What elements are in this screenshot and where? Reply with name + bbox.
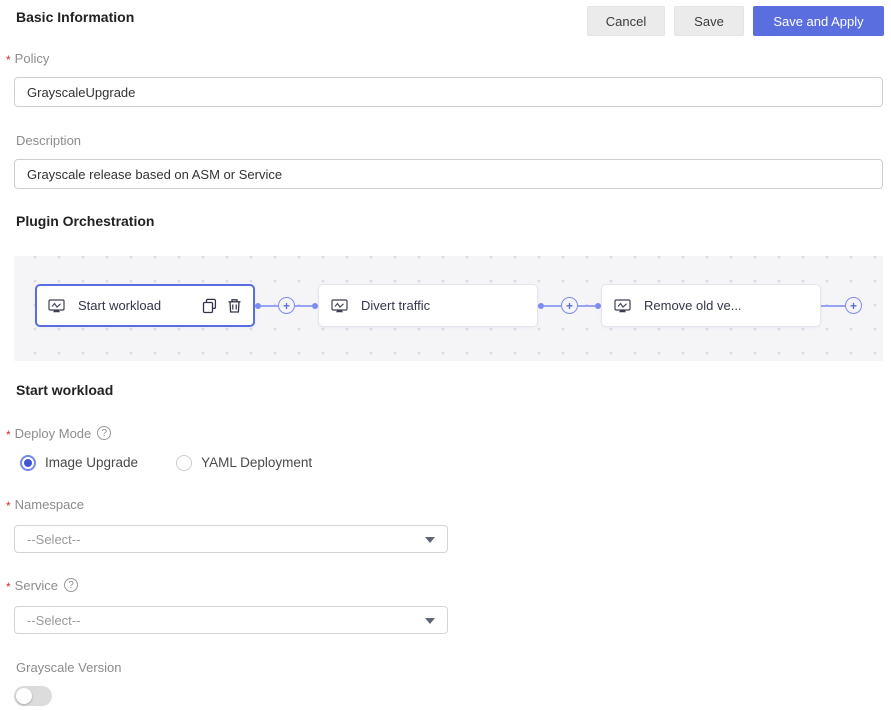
orchestration-canvas[interactable]: Start workload + Divert traffic + Remove… xyxy=(14,256,883,361)
deploy-mode-options: Image Upgrade YAML Deployment xyxy=(20,454,891,471)
description-input[interactable] xyxy=(14,159,883,189)
connector: + xyxy=(255,297,318,314)
required-asterisk: * xyxy=(6,53,11,67)
help-icon[interactable]: ? xyxy=(64,578,79,592)
required-asterisk: * xyxy=(6,580,11,594)
node-start-workload[interactable]: Start workload xyxy=(35,284,255,327)
node-label: Start workload xyxy=(78,298,162,313)
node-label: Divert traffic xyxy=(361,298,431,313)
workload-monitor-icon xyxy=(614,298,631,312)
connector-line xyxy=(821,304,845,307)
connector-line xyxy=(295,304,312,307)
node-remove-old-version[interactable]: Remove old ve... xyxy=(601,284,821,327)
node-label: Remove old ve... xyxy=(644,298,742,313)
radio-icon xyxy=(176,454,193,471)
required-asterisk: * xyxy=(6,499,11,513)
node-divert-traffic[interactable]: Divert traffic xyxy=(318,284,538,327)
header-actions: Cancel Save Save and Apply xyxy=(587,6,884,36)
add-node-icon[interactable]: + xyxy=(561,297,578,314)
add-node-icon[interactable]: + xyxy=(278,297,295,314)
grayscale-version-label: Grayscale Version xyxy=(16,659,122,675)
service-select[interactable]: --Select-- xyxy=(14,606,448,634)
radio-yaml-deployment[interactable]: YAML Deployment xyxy=(176,454,312,471)
save-and-apply-button[interactable]: Save and Apply xyxy=(753,6,884,36)
toggle-knob xyxy=(16,688,32,704)
namespace-label: * Namespace xyxy=(6,496,85,513)
radio-image-upgrade[interactable]: Image Upgrade xyxy=(20,454,138,471)
dropdown-arrow-icon xyxy=(425,537,435,543)
workload-monitor-icon xyxy=(48,298,65,312)
deploy-mode-label: * Deploy Mode ? xyxy=(6,425,891,441)
delete-icon[interactable] xyxy=(227,298,242,314)
node-row: Start workload + Divert traffic + Remove… xyxy=(14,284,883,327)
workload-monitor-icon xyxy=(331,298,348,312)
help-icon[interactable]: ? xyxy=(97,426,112,440)
policy-editor-page: Basic Information Cancel Save Save and A… xyxy=(0,0,891,710)
policy-label: * Policy xyxy=(6,50,50,67)
node-actions xyxy=(202,298,242,314)
policy-input[interactable] xyxy=(14,77,883,107)
copy-icon[interactable] xyxy=(202,298,217,314)
plugin-orchestration-title: Plugin Orchestration xyxy=(16,213,155,229)
header-bar: Basic Information Cancel Save Save and A… xyxy=(0,0,891,36)
connector-end: + xyxy=(821,297,866,314)
namespace-select[interactable]: --Select-- xyxy=(14,525,448,553)
service-label: * Service ? xyxy=(6,577,891,593)
connector-line xyxy=(544,304,561,307)
start-workload-section-title: Start workload xyxy=(16,382,114,398)
connector: + xyxy=(538,297,601,314)
cancel-button[interactable]: Cancel xyxy=(587,6,665,36)
description-label: Description xyxy=(16,132,82,148)
save-button[interactable]: Save xyxy=(674,6,744,36)
add-node-icon[interactable]: + xyxy=(845,297,862,314)
connector-line xyxy=(261,304,278,307)
required-asterisk: * xyxy=(6,428,11,442)
grayscale-version-toggle[interactable] xyxy=(14,686,52,706)
radio-icon xyxy=(20,454,36,471)
dropdown-arrow-icon xyxy=(425,618,435,624)
connector-line xyxy=(578,304,595,307)
page-title: Basic Information xyxy=(16,9,135,25)
